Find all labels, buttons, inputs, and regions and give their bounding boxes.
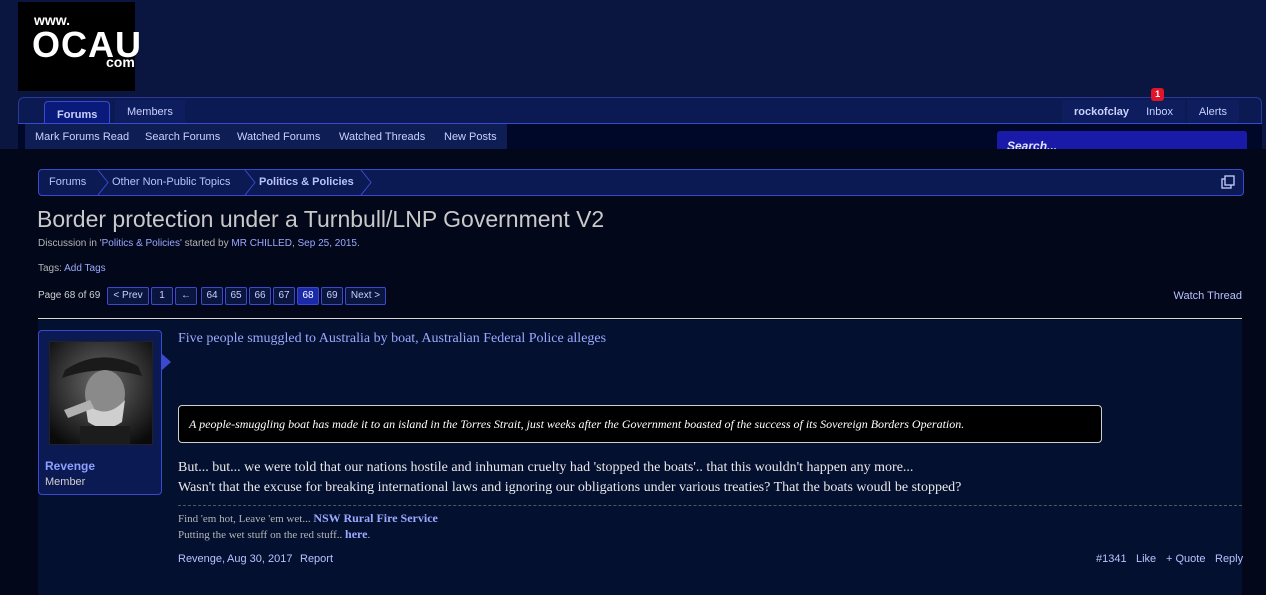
- username-link[interactable]: Revenge: [45, 459, 95, 473]
- page-67-button[interactable]: 67: [273, 287, 295, 305]
- sig-here-link[interactable]: here: [345, 527, 367, 541]
- thread-meta: Discussion in 'Politics & Policies' star…: [38, 238, 360, 249]
- inbox-badge: 1: [1151, 88, 1165, 101]
- meta-text: Discussion in ': [38, 238, 102, 249]
- like-button[interactable]: Like: [1136, 553, 1156, 565]
- watch-thread-link[interactable]: Watch Thread: [1174, 290, 1242, 302]
- page-1-button[interactable]: 1: [151, 287, 173, 305]
- sig-rfs-link[interactable]: NSW Rural Fire Service: [313, 511, 438, 525]
- jump-menu-icon[interactable]: [1221, 175, 1235, 189]
- user-title: Member: [45, 476, 86, 488]
- page-64-button[interactable]: 64: [201, 287, 223, 305]
- subnav-new-posts[interactable]: New Posts: [434, 124, 507, 150]
- signature-line-2: Putting the wet stuff on the red stuff..…: [178, 527, 370, 542]
- reply-button[interactable]: Reply: [1215, 553, 1243, 565]
- subnav-mark-forums-read[interactable]: Mark Forums Read: [25, 124, 140, 150]
- tab-members[interactable]: Members: [115, 100, 185, 124]
- post-author-link[interactable]: Revenge: [178, 553, 222, 565]
- meta-text: .: [357, 238, 360, 249]
- sig-text: Find 'em hot, Leave 'em wet...: [178, 513, 314, 525]
- breadcrumb-forums[interactable]: Forums: [49, 170, 86, 195]
- page-66-button[interactable]: 66: [249, 287, 271, 305]
- skip-pages-button[interactable]: ←: [175, 287, 197, 305]
- post-body-line-2: Wasn't that the excuse for breaking inte…: [178, 480, 962, 495]
- signature-line-1: Find 'em hot, Leave 'em wet... NSW Rural…: [178, 511, 438, 526]
- subnav-watched-forums[interactable]: Watched Forums: [227, 124, 331, 150]
- breadcrumb-politics[interactable]: Politics & Policies: [259, 170, 354, 195]
- user-arrow-icon: [161, 353, 171, 371]
- breadcrumb-separator-icon: [97, 170, 109, 195]
- user-info-block: Revenge Member: [38, 330, 171, 495]
- post-date-link[interactable]: Aug 30, 2017: [227, 553, 292, 565]
- post: Revenge Member Five people smuggled to A…: [38, 320, 1243, 595]
- user-menu[interactable]: rockofclay: [1061, 100, 1141, 124]
- sig-text: .: [367, 529, 371, 541]
- avatar-image: [50, 342, 152, 444]
- page-68-button[interactable]: 68: [297, 287, 319, 305]
- meta-forum-link[interactable]: Politics & Policies: [102, 238, 180, 249]
- signature-divider: [178, 505, 1242, 506]
- report-link[interactable]: Report: [300, 553, 333, 565]
- post-body-line-1: But... but... we were told that our nati…: [178, 460, 914, 475]
- post-number-link[interactable]: #1341: [1096, 553, 1127, 565]
- prev-page-button[interactable]: < Prev: [107, 287, 149, 305]
- post-author-sep: ,: [222, 553, 226, 565]
- page-label: Page 68 of 69: [38, 290, 101, 301]
- thread-tags: Tags: Add Tags: [38, 263, 106, 274]
- thread-title: Border protection under a Turnbull/LNP G…: [37, 206, 605, 232]
- meta-author-link[interactable]: MR CHILLED: [231, 238, 292, 249]
- quote-text: A people-smuggling boat has made it to a…: [189, 417, 965, 431]
- inbox-link[interactable]: Inbox 1: [1134, 88, 1185, 124]
- thread-divider: [38, 318, 1242, 319]
- quote-button[interactable]: + Quote: [1166, 553, 1205, 565]
- post-article-link[interactable]: Five people smuggled to Australia by boa…: [178, 331, 606, 347]
- next-page-button[interactable]: Next >: [345, 287, 386, 305]
- sig-text: Putting the wet stuff on the red stuff..: [178, 529, 346, 541]
- add-tags-link[interactable]: Add Tags: [64, 263, 106, 274]
- breadcrumb-other-non-public[interactable]: Other Non-Public Topics: [112, 170, 230, 195]
- breadcrumb-separator-icon: [244, 170, 256, 195]
- logo-com: com: [106, 54, 135, 70]
- tags-label: Tags:: [38, 263, 62, 274]
- alerts-link[interactable]: Alerts: [1186, 100, 1239, 124]
- main-navbar: Forums Members rockofclay Inbox 1 Alerts: [18, 88, 1262, 128]
- avatar[interactable]: [49, 341, 153, 445]
- meta-text: ' started by: [179, 238, 232, 249]
- subnav-search-forums[interactable]: Search Forums: [135, 124, 231, 150]
- post-footer: Revenge , Aug 30, 2017 Report #1341 Like…: [178, 553, 1243, 567]
- breadcrumb: Forums Other Non-Public Topics Politics …: [38, 169, 1244, 196]
- meta-date-link[interactable]: Sep 25, 2015: [298, 238, 358, 249]
- subnav-watched-threads[interactable]: Watched Threads: [329, 124, 436, 150]
- site-logo[interactable]: www. OCAU com: [18, 2, 141, 91]
- page-69-button[interactable]: 69: [321, 287, 343, 305]
- post-quote-block: A people-smuggling boat has made it to a…: [178, 405, 1102, 443]
- breadcrumb-separator-icon: [360, 170, 372, 195]
- inbox-label: Inbox: [1146, 106, 1173, 118]
- page-65-button[interactable]: 65: [225, 287, 247, 305]
